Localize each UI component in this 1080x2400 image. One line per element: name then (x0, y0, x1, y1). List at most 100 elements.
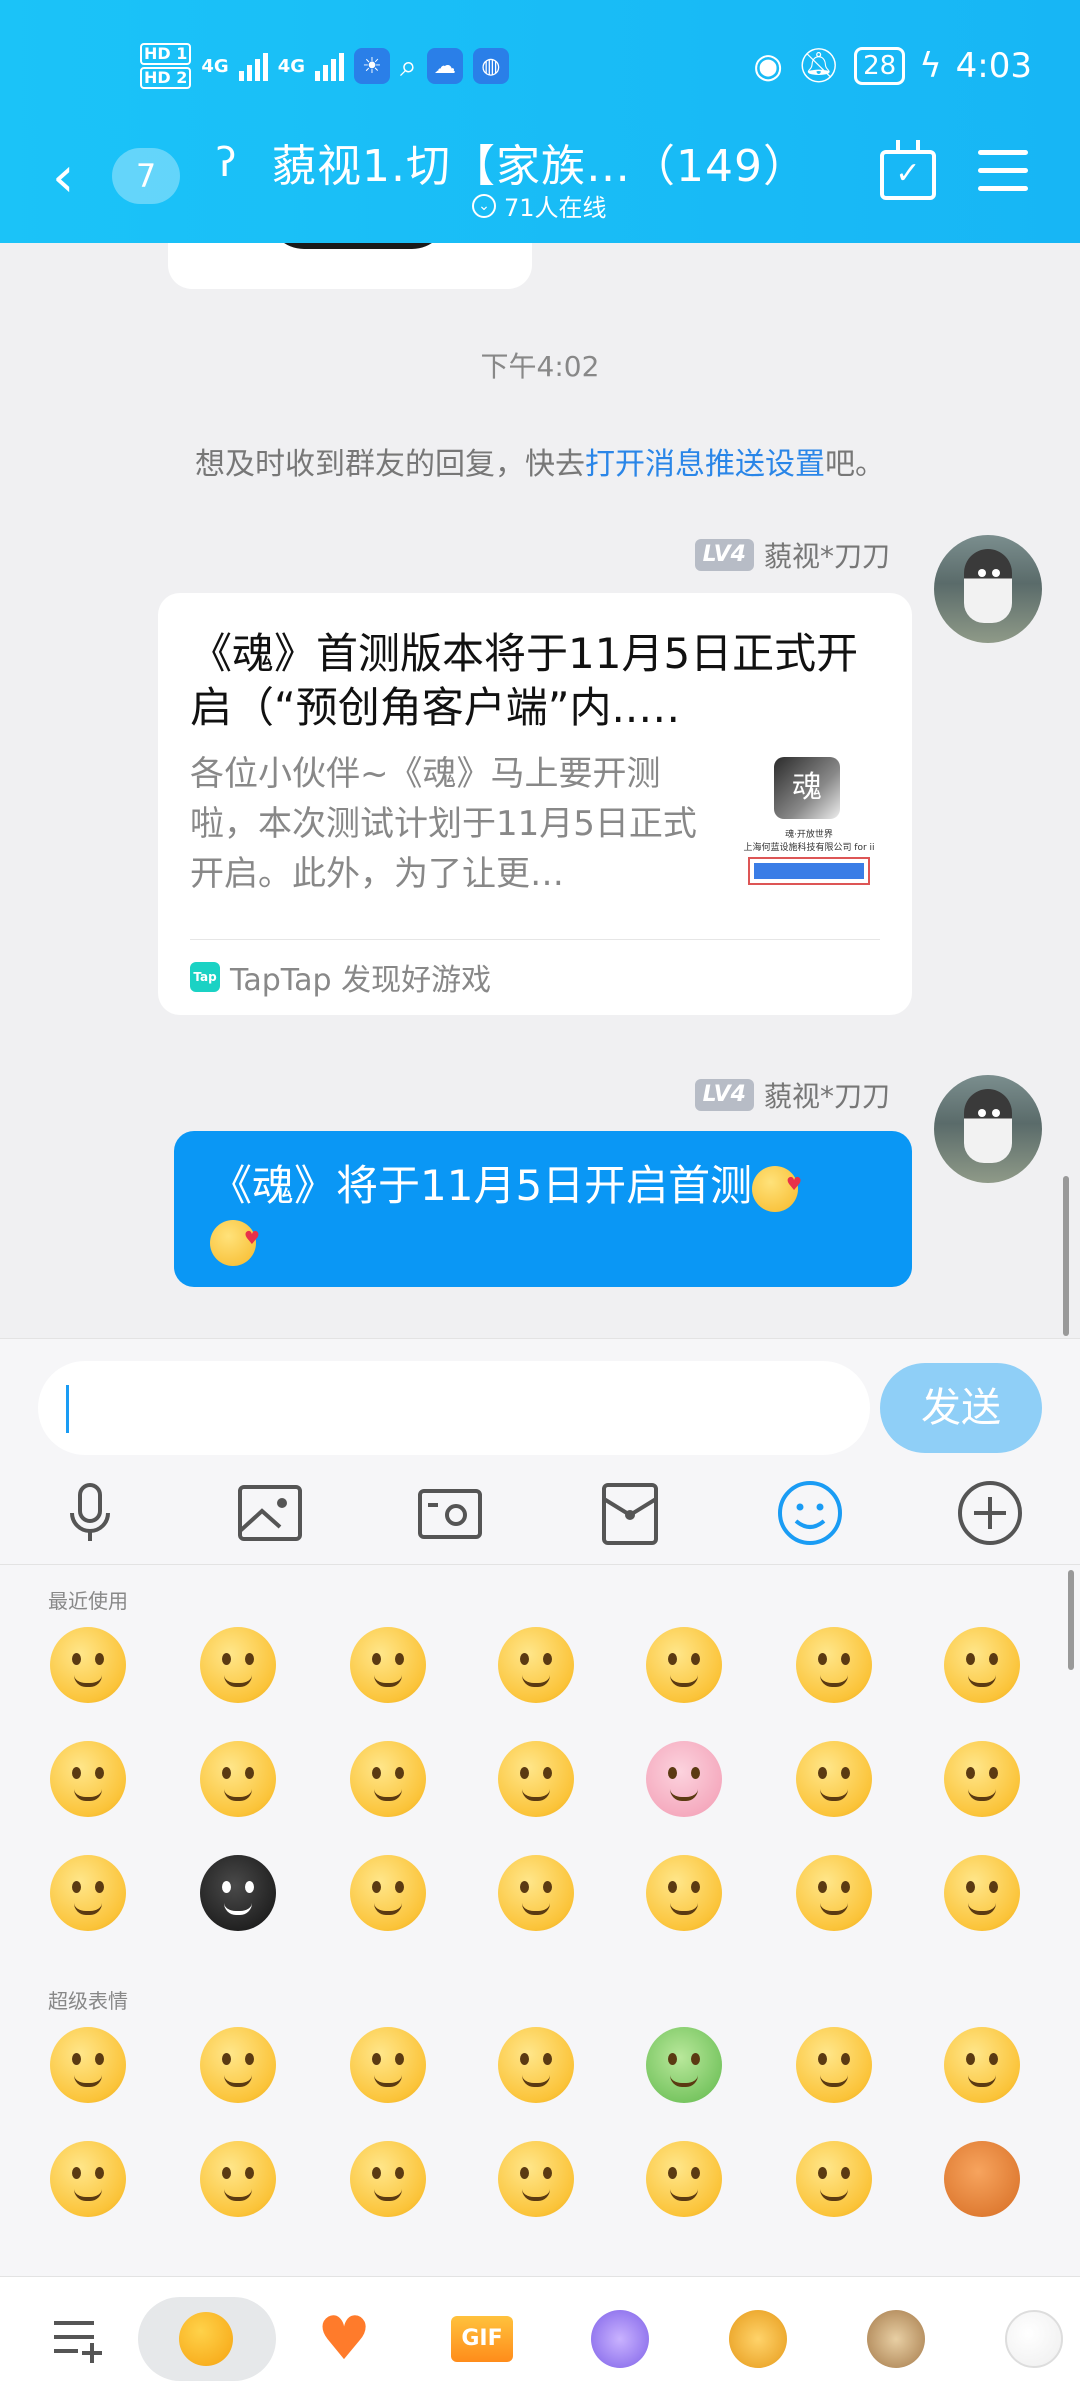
smile-face-emoji-icon[interactable] (796, 1627, 872, 1703)
nav-bar: ‹ 7 ʔ 藐视1.切【家族…（149） ⌄ 71人在线 ✓ (0, 120, 1080, 223)
back-button[interactable]: ‹ (52, 150, 74, 206)
thumbnail-caption: 魂·开放世界 上海何蓝设施科技有限公司 for ii (736, 827, 882, 853)
laugh-tears-face-emoji-icon[interactable] (646, 1627, 722, 1703)
pray-face-emoji-icon[interactable] (646, 2141, 722, 2217)
scream-face-emoji-icon[interactable] (350, 2141, 426, 2217)
red-packet-icon[interactable] (592, 1475, 668, 1551)
cloud-app-icon: ☁ (426, 48, 463, 84)
smirk-face-emoji-icon[interactable] (796, 1855, 872, 1931)
character-tab-icon[interactable] (580, 2299, 660, 2379)
push-settings-tip: 想及时收到群友的回复，快去打开消息推送设置吧。 (0, 439, 1080, 483)
unread-count-badge[interactable]: 7 (112, 148, 180, 204)
microphone-icon[interactable] (52, 1475, 128, 1551)
classic-emoji-tab-icon[interactable] (166, 2299, 246, 2379)
confused-face-emoji-icon[interactable] (944, 1627, 1020, 1703)
sender-name[interactable]: 藐视*刀刀 (764, 535, 890, 575)
sender-name[interactable]: 藐视*刀刀 (764, 1075, 890, 1115)
fear-face-emoji-icon[interactable] (350, 1741, 426, 1817)
thumbnail-button (748, 857, 870, 885)
network-type-2: 4G (277, 55, 305, 77)
laugh-tears-face-emoji-icon[interactable] (796, 1741, 872, 1817)
heart-sticker-tab-icon[interactable] (994, 2299, 1074, 2379)
push-settings-link[interactable]: 打开消息推送设置 (585, 447, 825, 482)
cry-face-emoji-icon[interactable] (50, 2027, 126, 2103)
tip-prefix: 想及时收到群友的回复，快去 (195, 447, 585, 482)
menu-icon[interactable] (978, 150, 1028, 196)
tiger-tab-icon[interactable] (718, 2299, 798, 2379)
penguin-face-emoji-icon[interactable] (944, 1741, 1020, 1817)
card-source-label: TapTap 发现好游戏 (230, 963, 492, 998)
doubt-face-emoji-icon[interactable] (350, 2027, 426, 2103)
sender-info: LV4 藐视*刀刀 (694, 535, 890, 575)
hug-face-emoji-icon[interactable] (944, 2027, 1020, 2103)
shy-face-emoji-icon[interactable] (50, 1741, 126, 1817)
cool-face-emoji-icon[interactable] (498, 2027, 574, 2103)
bulb-app-icon: ◍ (472, 48, 509, 84)
emoji-scrollbar[interactable] (1068, 1570, 1074, 1670)
sender-info: LV4 藐视*刀刀 (694, 1075, 890, 1115)
text-message-bubble[interactable]: 《魂》将于11月5日开启首测 (174, 1131, 912, 1287)
group-title[interactable]: 藐视1.切【家族…（149） (272, 130, 808, 194)
basketball-icon[interactable] (944, 2141, 1020, 2217)
lollipop-face-emoji-icon[interactable] (200, 2141, 276, 2217)
rainbow-face-emoji-icon[interactable] (498, 2141, 574, 2217)
tip-suffix: 吧。 (825, 447, 885, 482)
party-face-emoji-icon[interactable] (50, 2141, 126, 2217)
mute-bell-icon: 🔕︎ (796, 46, 841, 86)
input-area: 发送 (0, 1338, 1080, 1564)
kiss-heart-face-emoji-icon[interactable] (796, 2141, 872, 2217)
card-source: Tap TapTap 发现好游戏 (190, 955, 491, 999)
sly-face-emoji-icon[interactable] (200, 1741, 276, 1817)
emoji-panel[interactable]: 最近使用 超级表情 (0, 1564, 1080, 2276)
image-icon[interactable] (232, 1475, 308, 1551)
divider (190, 939, 880, 940)
avatar[interactable] (934, 535, 1042, 643)
eye-icon: ◉ (753, 46, 783, 86)
input-toolbar (0, 1475, 1080, 1551)
favorites-heart-tab-icon[interactable]: ♥ (304, 2299, 384, 2379)
online-count[interactable]: ⌄ 71人在线 (472, 188, 607, 223)
previous-image-message[interactable] (168, 243, 532, 289)
message-input[interactable] (38, 1361, 870, 1455)
frog-face-emoji-icon[interactable] (646, 2027, 722, 2103)
battery-icon: 28 (854, 47, 906, 85)
shocked-face-emoji-icon[interactable] (498, 1741, 574, 1817)
online-icon: ⌄ (472, 193, 496, 218)
laugh-face-emoji-icon[interactable] (200, 2027, 276, 2103)
kiss-face-emoji-icon[interactable] (498, 1627, 574, 1703)
thinking-face-emoji-icon[interactable] (646, 1855, 722, 1931)
charging-icon: ϟ (919, 46, 942, 86)
message-list[interactable]: 下午4:02 想及时收到群友的回复，快去打开消息推送设置吧。 LV4 藐视*刀刀… (0, 243, 1080, 1338)
camera-icon[interactable] (412, 1475, 488, 1551)
card-description: 各位小伙伴~《魂》马上要开测啦，本次测试计划于11月5日正式开启。此外，为了让更… (190, 754, 697, 894)
gif-tab-icon[interactable]: GIF (442, 2299, 522, 2379)
share-card[interactable]: 《魂》首测版本将于11月5日正式开启（“预创角客户端”内..… 各位小伙伴~《魂… (158, 593, 912, 1015)
hd2-badge: HD 2 (140, 67, 192, 89)
avatar[interactable] (934, 1075, 1042, 1183)
chat-scrollbar[interactable] (1063, 1176, 1069, 1336)
sweat-face-emoji-icon[interactable] (50, 1627, 126, 1703)
blush-face-emoji-icon[interactable] (350, 1855, 426, 1931)
pig-face-emoji-icon[interactable] (646, 1741, 722, 1817)
super-section-label: 超级表情 (48, 1989, 128, 2013)
checkin-calendar-icon[interactable]: ✓ (880, 140, 936, 200)
emoji-manage-icon[interactable] (38, 2299, 118, 2379)
thumbnail-caption-line2: 上海何蓝设施科技有限公司 for ii (743, 843, 875, 853)
dog-tab-icon[interactable] (856, 2299, 936, 2379)
love-face-emoji-icon[interactable] (796, 2027, 872, 2103)
pleading-face-emoji-icon[interactable] (50, 1855, 126, 1931)
send-button[interactable]: 发送 (880, 1363, 1042, 1453)
earpiece-mode-icon[interactable]: ʔ (216, 140, 236, 186)
thumbnail-caption-line1: 魂·开放世界 (785, 830, 833, 840)
laugh-tears-face-emoji-icon[interactable] (498, 1855, 574, 1931)
question-face-emoji-icon[interactable] (944, 1855, 1020, 1931)
emoji-icon[interactable] (772, 1475, 848, 1551)
signal-icon (238, 51, 268, 81)
plus-icon[interactable] (952, 1475, 1028, 1551)
chat-header: HD 1 HD 2 4G 4G ☀ ⌕ ☁ ◍ ◉ 🔕︎ 28 ϟ 4:03 ‹… (0, 0, 1080, 243)
grin-face-emoji-icon[interactable] (200, 1627, 276, 1703)
teary-face-emoji-icon[interactable] (350, 1627, 426, 1703)
emoji-tab-bar: ♥ GIF (0, 2276, 1080, 2400)
black-bug-face-emoji-icon[interactable] (200, 1855, 276, 1931)
card-thumbnail: 魂 魂·开放世界 上海何蓝设施科技有限公司 for ii (736, 757, 882, 897)
